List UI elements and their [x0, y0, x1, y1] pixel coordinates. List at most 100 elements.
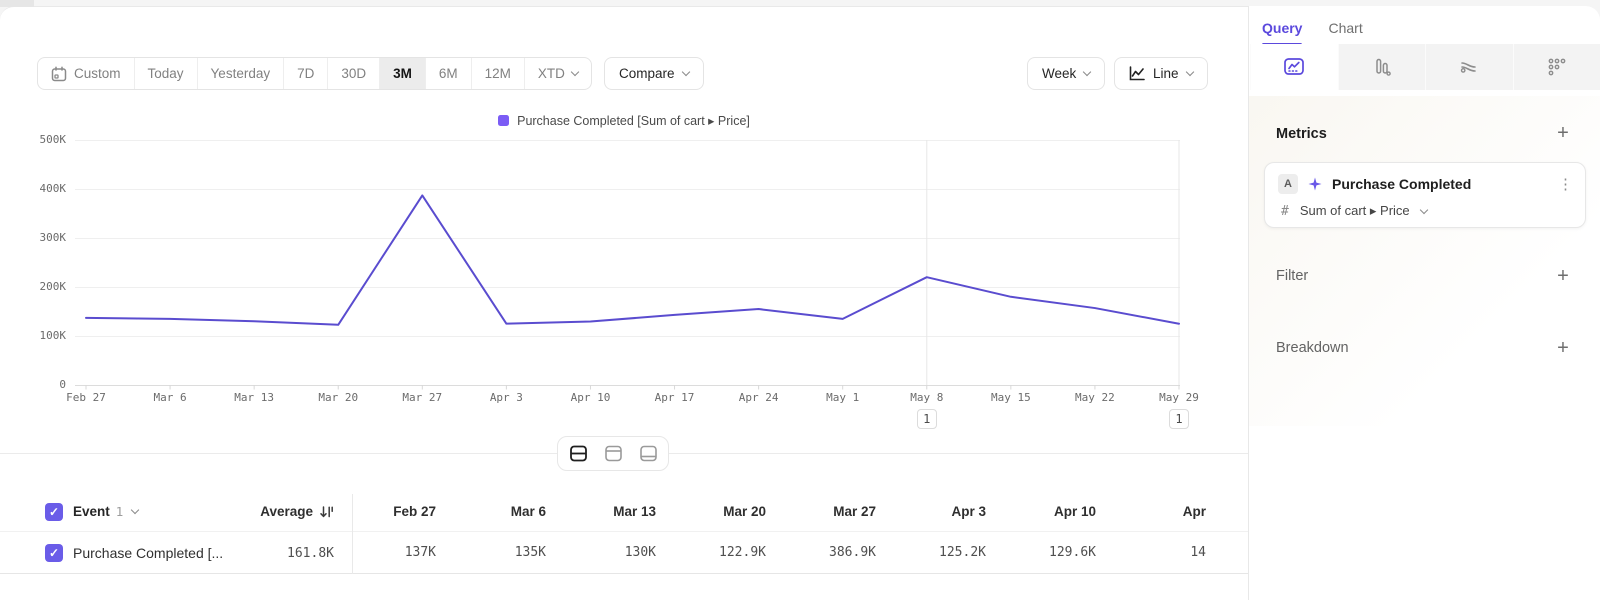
- x-axis-tick-label: May 1: [801, 391, 885, 404]
- x-axis-tick-label: May 22: [1053, 391, 1137, 404]
- panel-watermark: [1249, 96, 1600, 426]
- chart-type-icon-row: [1250, 44, 1600, 90]
- date-column-header[interactable]: Apr 10: [1012, 492, 1122, 531]
- breakdown-table: Event 1 Average Feb 27Mar 6 Mar 13 Mar 20M…: [0, 492, 1248, 600]
- split-view-toggle[interactable]: [562, 440, 594, 468]
- chevron-down-icon: [1185, 68, 1193, 76]
- view-layout-toggle-group: [557, 436, 669, 471]
- bar-chart-icon: [1372, 57, 1392, 77]
- average-header-label: Average: [260, 504, 313, 519]
- range-button-3m[interactable]: 3M: [380, 58, 426, 89]
- event-header-label: Event: [73, 504, 110, 519]
- date-value-cell: 129.6K: [1012, 532, 1122, 573]
- date-column-label: Apr 3: [951, 504, 986, 519]
- date-column-headers: Feb 27Mar 6 Mar 13 Mar 20Mar 27 Apr 3 Apr 10…: [352, 492, 1226, 531]
- date-range-segmented-control: Custom Today Yesterday 7D 30D 3M6M 12M XTD: [37, 57, 592, 90]
- aggregation-dropdown[interactable]: # Sum of cart ▸ Price: [1281, 203, 1427, 219]
- range-button-12m[interactable]: 12M: [472, 58, 525, 89]
- chevron-down-icon: [131, 506, 139, 514]
- cell-value: 386.9K: [829, 545, 876, 560]
- query-builder-panel: Query Chart: [1249, 6, 1600, 600]
- date-column-header[interactable]: Apr: [1122, 492, 1226, 531]
- range-button-30d[interactable]: 30D: [328, 58, 380, 89]
- date-column-header[interactable]: Mar 27: [792, 492, 902, 531]
- add-breakdown-button[interactable]: +: [1552, 337, 1574, 359]
- chart-legend: Purchase Completed [Sum of cart ▸ Price]: [0, 113, 1248, 128]
- cell-value: 130K: [625, 545, 656, 560]
- chart-type-dropdown[interactable]: Line: [1114, 57, 1208, 90]
- date-value-cells: 137K135K130K122.9K386.9K125.2K129.6K14: [352, 532, 1226, 573]
- average-value: 161.8K: [287, 546, 334, 561]
- add-filter-button[interactable]: +: [1552, 265, 1574, 287]
- cell-value: 129.6K: [1049, 545, 1096, 560]
- sort-descending-icon: [320, 505, 334, 519]
- cell-value: 122.9K: [719, 545, 766, 560]
- interval-label: Week: [1042, 66, 1076, 81]
- flows-tab[interactable]: [1425, 44, 1513, 90]
- chart-type-label: Line: [1153, 66, 1179, 81]
- range-label: 12M: [485, 66, 511, 81]
- line-chart: 0100K200K300K400K500KFeb 27Mar 6Mar 13Ma…: [0, 140, 1248, 440]
- range-button-yesterday[interactable]: Yesterday: [198, 58, 285, 89]
- series-color-swatch: [498, 115, 509, 126]
- average-column-header[interactable]: Average: [218, 492, 334, 531]
- chevron-down-icon: [681, 68, 689, 76]
- date-column-header[interactable]: Mar 6: [462, 492, 572, 531]
- retention-tab[interactable]: [1513, 44, 1600, 90]
- range-button-xtd[interactable]: XTD: [525, 58, 591, 89]
- add-metric-button[interactable]: +: [1552, 122, 1574, 144]
- average-value-cell: 161.8K: [218, 532, 334, 574]
- range-button-7d[interactable]: 7D: [284, 58, 328, 89]
- row-event-cell[interactable]: Purchase Completed [...: [73, 532, 223, 574]
- table-only-view-icon: [639, 444, 658, 463]
- compare-button[interactable]: Compare: [604, 57, 704, 90]
- date-value-cell: 14: [1122, 532, 1226, 573]
- interval-dropdown[interactable]: Week: [1027, 57, 1105, 90]
- range-label: 30D: [341, 66, 366, 81]
- range-button-today[interactable]: Today: [135, 58, 198, 89]
- page-background-edge: [0, 0, 34, 7]
- bar-chart-tab[interactable]: [1338, 44, 1426, 90]
- range-button-custom[interactable]: Custom: [38, 58, 135, 89]
- legend-item[interactable]: Purchase Completed [Sum of cart ▸ Price]: [498, 113, 750, 128]
- annotation-badge[interactable]: 1: [1169, 409, 1189, 429]
- x-axis-tick-label: May 8: [885, 391, 969, 404]
- date-column-header[interactable]: Feb 27: [352, 492, 462, 531]
- row-checkbox[interactable]: [45, 544, 63, 562]
- range-label: Yesterday: [211, 66, 271, 81]
- date-column-header[interactable]: Apr 3: [902, 492, 1012, 531]
- range-label: 7D: [297, 66, 314, 81]
- table-header-row: Event 1 Average Feb 27Mar 6 Mar 13 Mar 20M…: [0, 492, 1248, 531]
- metric-letter-badge: A: [1278, 174, 1298, 194]
- range-label: Today: [148, 66, 184, 81]
- tab-chart[interactable]: Chart: [1328, 12, 1362, 44]
- chart-only-toggle[interactable]: [597, 440, 629, 468]
- table-row: Purchase Completed [... 161.8K 137K 135K 1…: [0, 531, 1248, 574]
- date-column-label: Mar 13: [613, 504, 656, 519]
- cell-value: 137K: [405, 545, 436, 560]
- table-column-divider: [352, 494, 353, 574]
- chart-only-view-icon: [604, 444, 623, 463]
- tab-query[interactable]: Query: [1262, 12, 1302, 44]
- row-event-label: Purchase Completed [...: [73, 545, 223, 561]
- metric-event-name[interactable]: Purchase Completed: [1332, 176, 1549, 192]
- annotation-badge[interactable]: 1: [917, 409, 937, 429]
- cell-value: 135K: [515, 545, 546, 560]
- date-value-cell: 130K: [572, 532, 682, 573]
- range-button-6m[interactable]: 6M: [426, 58, 472, 89]
- insights-line-tab[interactable]: [1250, 44, 1338, 90]
- x-axis-tick-label: Apr 10: [548, 391, 632, 404]
- chevron-down-icon: [1419, 205, 1427, 213]
- metric-options-icon[interactable]: ⋮: [1558, 177, 1573, 192]
- date-column-header[interactable]: Mar 13: [572, 492, 682, 531]
- select-all-checkbox[interactable]: [45, 503, 63, 521]
- metric-card: A Purchase Completed ⋮ # Sum of cart ▸ P…: [1264, 162, 1586, 228]
- table-only-toggle[interactable]: [632, 440, 664, 468]
- breakdown-section-label: Breakdown: [1276, 340, 1349, 356]
- range-label: XTD: [538, 66, 565, 81]
- x-axis-tick-label: Mar 13: [212, 391, 296, 404]
- date-column-header[interactable]: Mar 20: [682, 492, 792, 531]
- cell-value: 14: [1190, 545, 1206, 560]
- event-column-header[interactable]: Event 1: [73, 492, 138, 531]
- date-value-cell: 135K: [462, 532, 572, 573]
